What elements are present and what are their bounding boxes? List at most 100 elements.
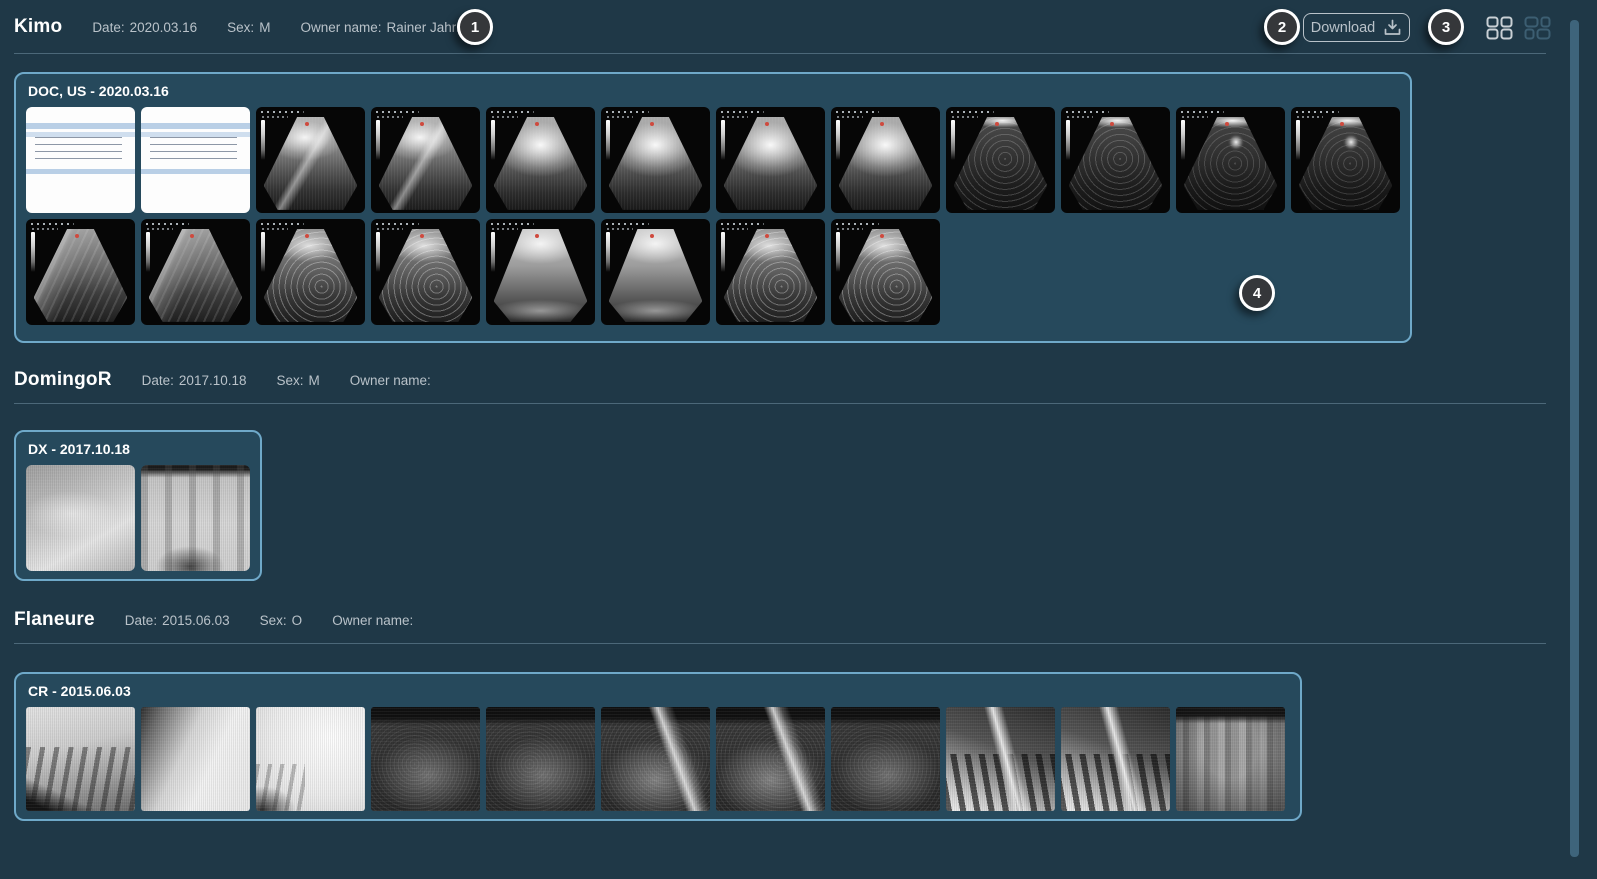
study-title: DOC, US - 2020.03.16 — [28, 83, 1410, 99]
ultrasound-fan — [1299, 117, 1393, 210]
overlay-text — [721, 111, 797, 120]
thumbnail-grid — [16, 107, 1410, 325]
xray-thumbnail[interactable] — [946, 707, 1055, 811]
ultrasound-thumbnail[interactable] — [486, 107, 595, 213]
ultrasound-thumbnail[interactable] — [371, 107, 480, 213]
ultrasound-thumbnail[interactable] — [371, 219, 480, 325]
marker-dot — [765, 122, 769, 126]
sex-value: M — [309, 373, 320, 388]
overlay-text — [606, 223, 682, 232]
document-thumbnail[interactable] — [26, 107, 135, 213]
ultrasound-fan — [839, 117, 933, 210]
overlay-text — [31, 223, 107, 232]
study-panel-cr: CR - 2015.06.03 — [14, 672, 1302, 821]
xray-thumbnail[interactable] — [26, 707, 135, 811]
overlay-text — [146, 223, 222, 232]
ultrasound-thumbnail[interactable] — [946, 107, 1055, 213]
overlay-text — [491, 223, 567, 232]
ultrasound-fan — [379, 229, 473, 322]
ultrasound-fan — [494, 229, 588, 322]
date-value: 2020.03.16 — [130, 20, 198, 35]
patient-name: Flaneure — [14, 609, 95, 631]
scale-bar — [836, 120, 840, 160]
study-panel-dx: DX - 2017.10.18 — [14, 430, 262, 581]
ultrasound-thumbnail[interactable] — [1061, 107, 1170, 213]
ultrasound-fan — [609, 117, 703, 210]
date-value: 2017.10.18 — [179, 373, 247, 388]
document-thumbnail[interactable] — [141, 107, 250, 213]
scale-bar — [721, 232, 725, 272]
xray-thumbnail[interactable] — [1176, 707, 1285, 811]
scale-bar — [261, 232, 265, 272]
sex-label: Sex: — [260, 613, 287, 628]
marker-dot — [1340, 122, 1344, 126]
overlay-text — [1181, 111, 1257, 120]
annotation-badge-3: 3 — [1428, 9, 1464, 45]
thumbnail-grid — [16, 465, 260, 571]
sex-label: Sex: — [227, 20, 254, 35]
patient-date: Date:2020.03.16 — [92, 20, 197, 35]
sex-value: O — [292, 613, 303, 628]
overlay-text — [606, 111, 682, 120]
xray-thumbnail[interactable] — [141, 707, 250, 811]
vertical-scrollbar[interactable] — [1570, 20, 1579, 857]
patient-owner: Owner name: — [350, 373, 436, 388]
ultrasound-fan — [724, 117, 818, 210]
ultrasound-thumbnail[interactable] — [141, 219, 250, 325]
xray-thumbnail[interactable] — [831, 707, 940, 811]
ultrasound-thumbnail[interactable] — [1291, 107, 1400, 213]
ultrasound-thumbnail[interactable] — [256, 107, 365, 213]
owner-label: Owner name: — [332, 613, 413, 628]
xray-thumbnail[interactable] — [26, 465, 135, 571]
ultrasound-thumbnail[interactable] — [1176, 107, 1285, 213]
marker-dot — [535, 122, 539, 126]
overlay-text — [1296, 111, 1372, 120]
mixed-layout-view-icon[interactable] — [1524, 16, 1551, 40]
overlay-text — [951, 111, 1027, 120]
owner-label: Owner name: — [300, 20, 381, 35]
study-title: CR - 2015.06.03 — [28, 683, 1300, 699]
ultrasound-thumbnail[interactable] — [716, 107, 825, 213]
study-panel-doc-us: DOC, US - 2020.03.16 — [14, 72, 1412, 343]
scale-bar — [606, 120, 610, 160]
study-title: DX - 2017.10.18 — [28, 441, 260, 457]
ultrasound-fan — [264, 117, 358, 210]
scale-bar — [836, 232, 840, 272]
patient-date: Date:2015.06.03 — [125, 613, 230, 628]
xray-thumbnail[interactable] — [1061, 707, 1170, 811]
ultrasound-thumbnail[interactable] — [601, 107, 710, 213]
ultrasound-thumbnail[interactable] — [716, 219, 825, 325]
patient-name: Kimo — [14, 16, 62, 38]
scale-bar — [606, 232, 610, 272]
marker-dot — [420, 234, 424, 238]
ultrasound-thumbnail[interactable] — [26, 219, 135, 325]
xray-thumbnail[interactable] — [141, 465, 250, 571]
xray-thumbnail[interactable] — [716, 707, 825, 811]
scale-bar — [951, 120, 955, 160]
marker-dot — [420, 122, 424, 126]
thumbnail-grid — [16, 707, 1300, 811]
grid-view-icon[interactable] — [1486, 16, 1513, 40]
xray-thumbnail[interactable] — [486, 707, 595, 811]
overlay-text — [376, 111, 452, 120]
ultrasound-thumbnail[interactable] — [256, 219, 365, 325]
date-label: Date: — [142, 373, 174, 388]
marker-dot — [880, 122, 884, 126]
scale-bar — [721, 120, 725, 160]
xray-thumbnail[interactable] — [371, 707, 480, 811]
xray-thumbnail[interactable] — [601, 707, 710, 811]
patient-date: Date: 2017.10.18 — [142, 373, 247, 388]
patient-header-kimo: Kimo Date:2020.03.16 Sex:M Owner name:Ra… — [14, 10, 490, 44]
date-label: Date: — [125, 613, 157, 628]
patient-name: DomingoR — [14, 369, 112, 391]
ultrasound-thumbnail[interactable] — [601, 219, 710, 325]
xray-thumbnail[interactable] — [256, 707, 365, 811]
ultrasound-thumbnail[interactable] — [831, 107, 940, 213]
patient-header-domingor: DomingoR Date:2017.10.18 Sex:M Owner nam… — [14, 363, 436, 397]
scale-bar — [491, 232, 495, 272]
ultrasound-thumbnail[interactable] — [486, 219, 595, 325]
ultrasound-thumbnail[interactable] — [831, 219, 940, 325]
overlay-text — [261, 223, 337, 232]
annotation-badge-4: 4 — [1239, 275, 1275, 311]
download-button[interactable]: Download — [1303, 13, 1410, 42]
